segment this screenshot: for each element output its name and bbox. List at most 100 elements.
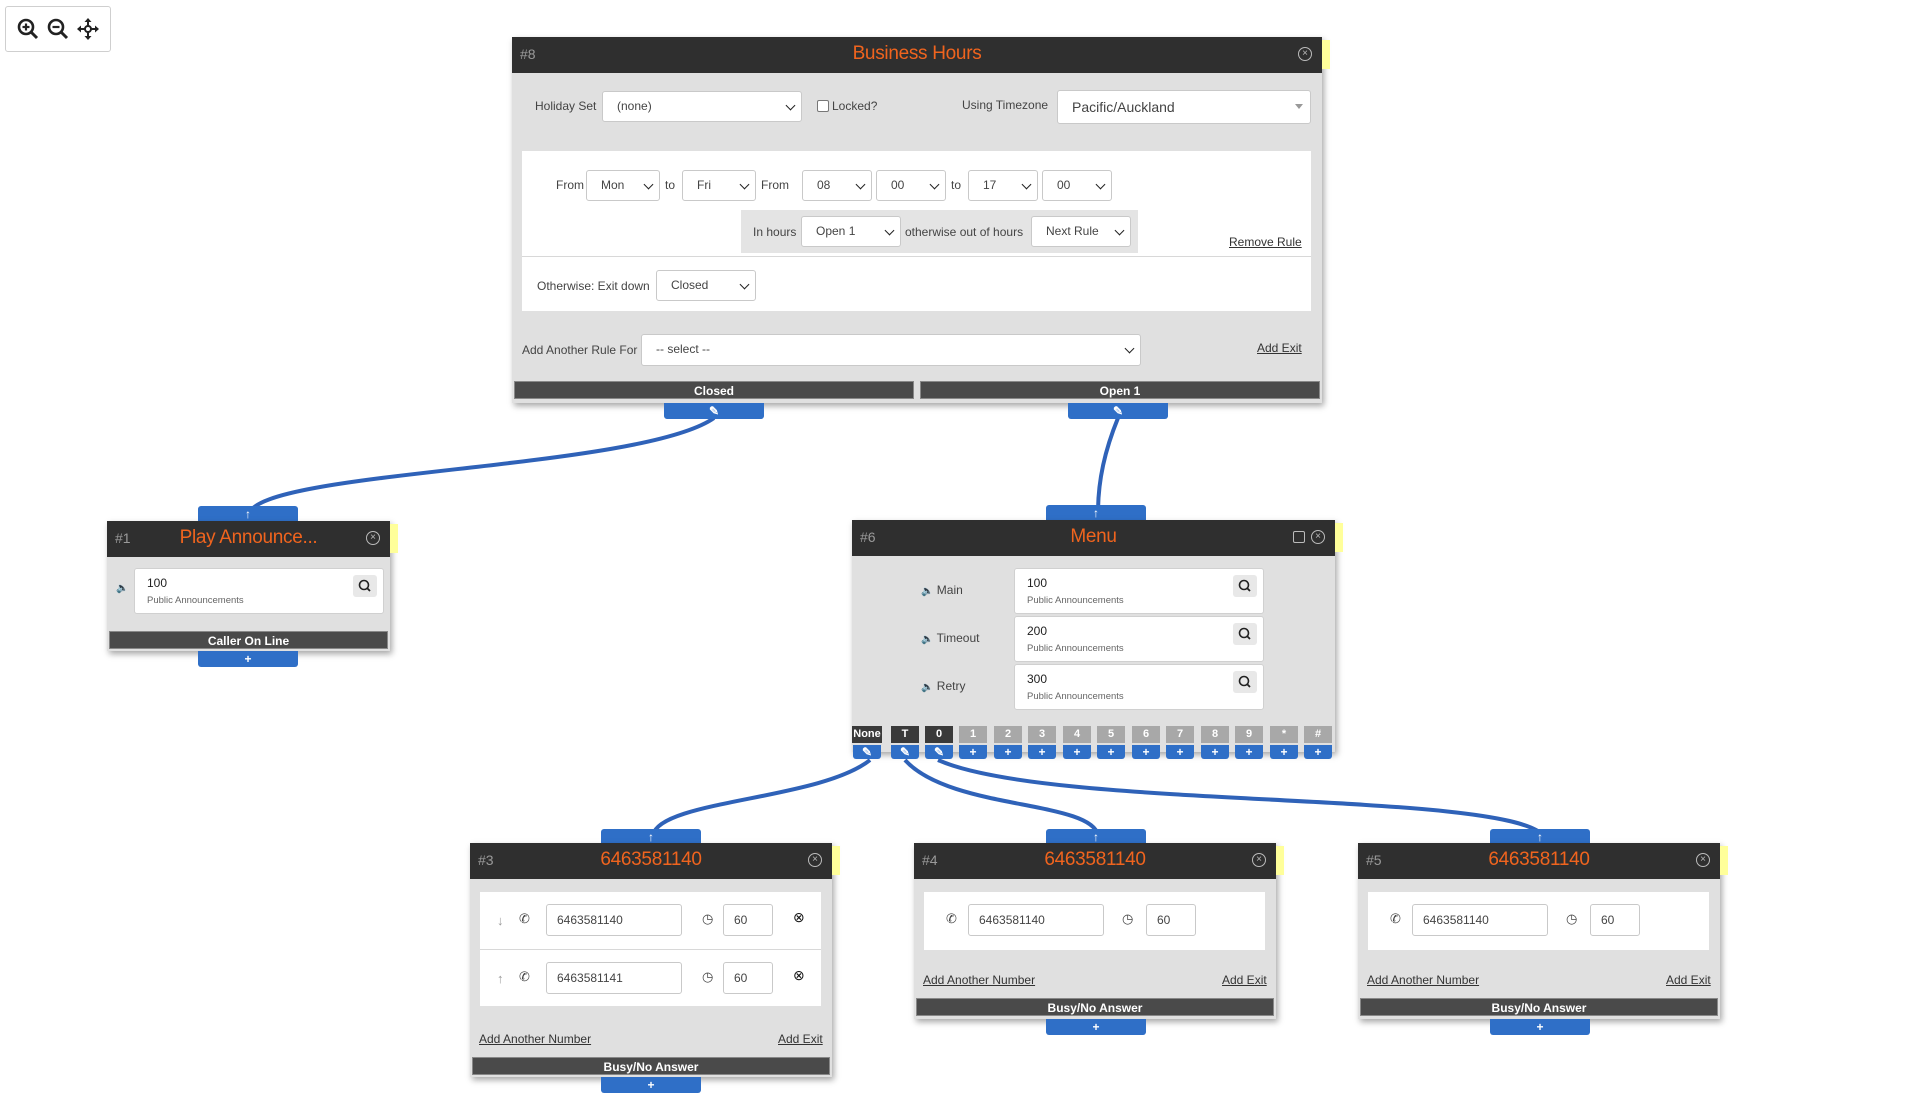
move-up-icon[interactable]: ↑ xyxy=(497,971,504,986)
move-down-icon[interactable]: ↓ xyxy=(497,913,504,928)
menu-key-2[interactable]: 2 xyxy=(994,726,1022,743)
add-exit-link[interactable]: Add Exit xyxy=(1222,973,1267,987)
menu-key-t-edit-port[interactable]: ✎ xyxy=(891,745,919,759)
phone-number-input[interactable]: 6463581140 xyxy=(1412,904,1548,936)
exit-busy-no-answer[interactable]: Busy/No Answer xyxy=(472,1057,830,1075)
locked-checkbox[interactable] xyxy=(817,100,829,112)
menu-key-none[interactable]: None xyxy=(852,726,882,743)
menu-key-none-edit-port[interactable]: ✎ xyxy=(853,745,881,759)
search-icon[interactable] xyxy=(1233,671,1257,693)
menu-key-9-add-port[interactable]: + xyxy=(1235,745,1263,759)
exit-open-1[interactable]: Open 1 xyxy=(920,381,1320,399)
node-header[interactable]: #1 Play Announce... × xyxy=(107,521,390,557)
search-icon[interactable] xyxy=(353,575,377,597)
node-header[interactable]: #6 Menu × xyxy=(852,520,1335,556)
add-rule-select[interactable]: -- select -- xyxy=(641,334,1141,366)
menu-key-3-add-port[interactable]: + xyxy=(1028,745,1056,759)
exit-busy-no-answer[interactable]: Busy/No Answer xyxy=(1360,998,1718,1016)
business-hours-node[interactable]: #8 Business Hours × Holiday Set (none) L… xyxy=(512,37,1330,403)
menu-key-2-add-port[interactable]: + xyxy=(994,745,1022,759)
move-icon[interactable] xyxy=(74,15,102,43)
add-exit-link[interactable]: Add Exit xyxy=(1666,973,1711,987)
dial3-node[interactable]: #3 6463581140 × ↓ ✆ 6463581140 ◷ 60 ⊗ ↑ … xyxy=(470,843,840,1077)
holiday-set-select[interactable]: (none) xyxy=(602,91,802,122)
close-icon[interactable]: × xyxy=(1298,47,1312,61)
close-icon[interactable]: × xyxy=(1252,853,1266,867)
menu-key-8-add-port[interactable]: + xyxy=(1201,745,1229,759)
menu-key-4[interactable]: 4 xyxy=(1063,726,1091,743)
otherwise-exit-select[interactable]: Closed xyxy=(656,270,756,301)
exit-busy-no-answer[interactable]: Busy/No Answer xyxy=(916,998,1274,1016)
node-header[interactable]: #3 6463581140 × xyxy=(470,843,832,879)
search-icon[interactable] xyxy=(1233,575,1257,597)
menu-key-8[interactable]: 8 xyxy=(1201,726,1229,743)
add-exit-link[interactable]: Add Exit xyxy=(778,1032,823,1046)
node-header[interactable]: #4 6463581140 × xyxy=(914,843,1276,879)
menu-key-hash-add-port[interactable]: + xyxy=(1304,745,1332,759)
phone-number-input[interactable]: 6463581141 xyxy=(546,962,682,994)
node-header[interactable]: #5 6463581140 × xyxy=(1358,843,1720,879)
menu-input-port[interactable]: ↑ xyxy=(1046,505,1146,521)
play-announcement-node[interactable]: #1 Play Announce... × 🔈 100 Public Annou… xyxy=(107,521,398,651)
open1-edit-port[interactable]: ✎ xyxy=(1068,403,1168,419)
zoom-out-icon[interactable] xyxy=(44,15,72,43)
announcement-input-port[interactable]: ↑ xyxy=(198,506,298,522)
menu-key-5[interactable]: 5 xyxy=(1097,726,1125,743)
timezone-select[interactable]: Pacific/Auckland xyxy=(1057,90,1311,124)
otherwise-select[interactable]: Next Rule xyxy=(1031,216,1131,247)
menu-key-1-add-port[interactable]: + xyxy=(959,745,987,759)
timeout-input[interactable]: 60 xyxy=(1590,904,1640,936)
min-from-select[interactable]: 00 xyxy=(876,170,946,201)
dial4-add-port[interactable]: + xyxy=(1046,1019,1146,1035)
menu-key-hash[interactable]: # xyxy=(1304,726,1332,743)
timeout-input[interactable]: 60 xyxy=(723,962,773,994)
menu-key-3[interactable]: 3 xyxy=(1028,726,1056,743)
close-icon[interactable]: × xyxy=(1696,853,1710,867)
menu-main-field[interactable]: 100 Public Announcements xyxy=(1014,568,1264,614)
menu-key-5-add-port[interactable]: + xyxy=(1097,745,1125,759)
day-from-select[interactable]: Mon xyxy=(586,170,660,201)
remove-number-icon[interactable]: ⊗ xyxy=(793,909,805,926)
menu-key-0[interactable]: 0 xyxy=(925,726,953,743)
hour-to-select[interactable]: 17 xyxy=(968,170,1038,201)
in-hours-select[interactable]: Open 1 xyxy=(801,216,901,247)
closed-edit-port[interactable]: ✎ xyxy=(664,403,764,419)
search-icon[interactable] xyxy=(1233,623,1257,645)
menu-key-6[interactable]: 6 xyxy=(1132,726,1160,743)
add-number-link[interactable]: Add Another Number xyxy=(923,973,1035,987)
menu-key-7[interactable]: 7 xyxy=(1166,726,1194,743)
exit-caller-on-line[interactable]: Caller On Line xyxy=(109,631,388,649)
menu-key-star[interactable]: * xyxy=(1270,726,1298,743)
menu-key-4-add-port[interactable]: + xyxy=(1063,745,1091,759)
hour-from-select[interactable]: 08 xyxy=(802,170,872,201)
zoom-in-icon[interactable] xyxy=(14,15,42,43)
dial3-add-port[interactable]: + xyxy=(601,1077,701,1093)
menu-key-t[interactable]: T xyxy=(891,726,919,743)
menu-key-star-add-port[interactable]: + xyxy=(1270,745,1298,759)
menu-key-1[interactable]: 1 xyxy=(959,726,987,743)
menu-key-6-add-port[interactable]: + xyxy=(1132,745,1160,759)
day-to-select[interactable]: Fri xyxy=(682,170,756,201)
dial5-add-port[interactable]: + xyxy=(1490,1019,1590,1035)
menu-key-7-add-port[interactable]: + xyxy=(1166,745,1194,759)
remove-rule-link[interactable]: Remove Rule xyxy=(1229,235,1302,249)
min-to-select[interactable]: 00 xyxy=(1042,170,1112,201)
node-header[interactable]: #8 Business Hours × xyxy=(512,37,1322,73)
announcement-field[interactable]: 100 Public Announcements xyxy=(134,568,384,614)
phone-number-input[interactable]: 6463581140 xyxy=(546,904,682,936)
close-icon[interactable]: × xyxy=(1311,530,1325,544)
add-exit-link[interactable]: Add Exit xyxy=(1257,341,1302,355)
menu-key-0-edit-port[interactable]: ✎ xyxy=(925,745,953,759)
announcement-add-port[interactable]: + xyxy=(198,651,298,667)
dial4-node[interactable]: #4 6463581140 × ✆ 6463581140 ◷ 60 Add An… xyxy=(914,843,1284,1019)
add-number-link[interactable]: Add Another Number xyxy=(1367,973,1479,987)
menu-retry-field[interactable]: 300 Public Announcements xyxy=(1014,664,1264,710)
phone-number-input[interactable]: 6463581140 xyxy=(968,904,1104,936)
add-number-link[interactable]: Add Another Number xyxy=(479,1032,591,1046)
menu-key-9[interactable]: 9 xyxy=(1235,726,1263,743)
menu-timeout-field[interactable]: 200 Public Announcements xyxy=(1014,616,1264,662)
close-icon[interactable]: × xyxy=(366,531,380,545)
expand-icon[interactable] xyxy=(1293,531,1305,543)
close-icon[interactable]: × xyxy=(808,853,822,867)
remove-number-icon[interactable]: ⊗ xyxy=(793,967,805,984)
